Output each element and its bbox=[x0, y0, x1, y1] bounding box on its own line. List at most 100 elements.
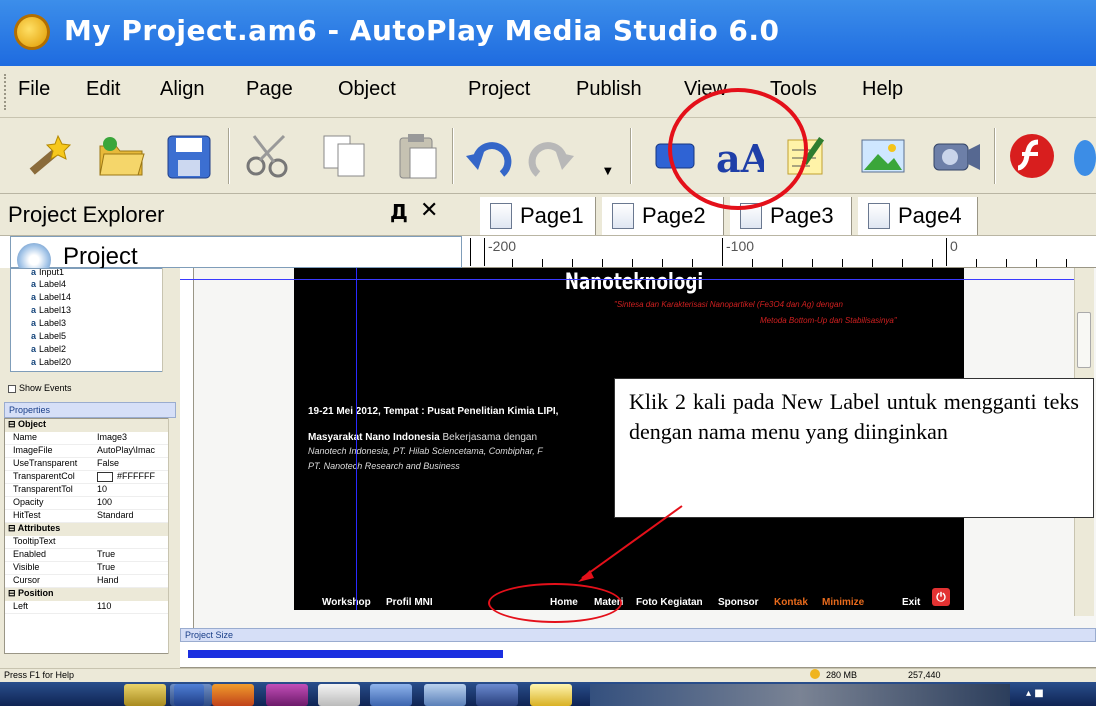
nav-minimize[interactable]: Minimize bbox=[822, 597, 864, 608]
instruction-callout: Klik 2 kali pada New Label untuk menggan… bbox=[614, 378, 1094, 518]
color-swatch[interactable] bbox=[97, 472, 113, 482]
tree-scrollbar[interactable] bbox=[162, 268, 174, 372]
property-row[interactable]: Cursor Hand bbox=[5, 575, 169, 588]
tray-icons[interactable]: ▴ ■ bbox=[1026, 688, 1056, 702]
status-help: Press F1 for Help bbox=[4, 670, 75, 680]
save-icon[interactable] bbox=[162, 130, 216, 182]
nav-foto-kegiatan[interactable]: Foto Kegiatan bbox=[636, 597, 703, 608]
page-heading[interactable]: Nanoteknologi bbox=[379, 270, 889, 295]
tree-item[interactable]: a Label5 bbox=[31, 331, 66, 341]
menu-object[interactable]: Object bbox=[338, 78, 396, 101]
app-task-icon[interactable] bbox=[424, 684, 466, 706]
menu-edit[interactable]: Edit bbox=[86, 78, 120, 101]
partners-line-2[interactable]: PT. Nanotech Research and Business bbox=[308, 461, 460, 471]
menu-publish[interactable]: Publish bbox=[576, 78, 642, 101]
nav-kontak[interactable]: Kontak bbox=[774, 597, 808, 608]
property-group[interactable]: ⊟ Attributes bbox=[5, 523, 169, 536]
property-row[interactable]: Name Image3 bbox=[5, 432, 169, 445]
ruler-label: -100 bbox=[726, 238, 755, 254]
property-group[interactable]: ⊟ Object bbox=[5, 419, 169, 432]
word-icon[interactable] bbox=[370, 684, 412, 706]
subtitle-line-2[interactable]: Metoda Bottom-Up dan Stabilisasinya" bbox=[760, 316, 897, 325]
nav-exit[interactable]: Exit bbox=[902, 597, 920, 608]
nav-profil-mni[interactable]: Profil MNI bbox=[386, 597, 433, 608]
partners-line-1[interactable]: Nanotech Indonesia, PT. Hilab Sciencetam… bbox=[308, 446, 543, 456]
project-explorer-title: Project Explorer bbox=[8, 202, 165, 227]
page-icon bbox=[612, 203, 634, 229]
show-events-checkbox[interactable]: Show Events bbox=[8, 383, 72, 393]
tree-item[interactable]: a Label4 bbox=[31, 279, 66, 289]
media-icon[interactable] bbox=[174, 684, 204, 706]
cut-icon[interactable] bbox=[242, 130, 296, 182]
horizontal-ruler: -200 -100 0 bbox=[462, 236, 1096, 268]
undo-icon[interactable] bbox=[464, 130, 518, 182]
toolbar-separator bbox=[452, 128, 454, 184]
property-row[interactable]: Left 110 bbox=[5, 601, 169, 614]
menu-page[interactable]: Page bbox=[246, 78, 293, 101]
property-row[interactable]: HitTest Standard bbox=[5, 510, 169, 523]
guide-line-horizontal[interactable] bbox=[180, 279, 1080, 280]
property-row[interactable]: Enabled True bbox=[5, 549, 169, 562]
property-row[interactable]: UseTransparent False bbox=[5, 458, 169, 471]
tab-page4[interactable]: Page4 bbox=[858, 197, 978, 235]
firefox-icon[interactable] bbox=[212, 684, 254, 706]
property-group[interactable]: ⊟ Position bbox=[5, 588, 169, 601]
tree-item[interactable]: a Input1 bbox=[31, 269, 64, 277]
page-icon bbox=[868, 203, 890, 229]
property-row[interactable]: Opacity 100 bbox=[5, 497, 169, 510]
properties-scrollbar[interactable] bbox=[168, 418, 178, 654]
paste-icon[interactable] bbox=[390, 130, 444, 182]
app-icon bbox=[14, 14, 50, 50]
acrobat-icon[interactable] bbox=[318, 684, 360, 706]
autoplay-task-icon[interactable] bbox=[530, 684, 572, 706]
copy-icon[interactable] bbox=[318, 130, 372, 182]
disk-icon bbox=[810, 669, 820, 679]
nav-sponsor[interactable]: Sponsor bbox=[718, 597, 759, 608]
tree-item[interactable]: a Label20 bbox=[31, 357, 71, 367]
nav-workshop[interactable]: Workshop bbox=[322, 597, 371, 608]
tree-item[interactable]: a Label14 bbox=[31, 292, 71, 302]
dropdown-arrow-icon[interactable]: ▼ bbox=[604, 166, 612, 177]
taskbar-blur bbox=[590, 684, 1010, 706]
more-object-icon[interactable] bbox=[1074, 140, 1096, 176]
messenger-icon[interactable] bbox=[266, 684, 308, 706]
tab-page1[interactable]: Page1 bbox=[480, 197, 596, 235]
close-icon[interactable]: ✕ bbox=[420, 198, 438, 223]
menu-align[interactable]: Align bbox=[160, 78, 204, 101]
open-folder-icon[interactable] bbox=[94, 130, 148, 182]
property-row[interactable]: Visible True bbox=[5, 562, 169, 575]
annotation-circle-label-tool bbox=[668, 88, 808, 210]
menu-bar: File Edit Align Page Object Project Publ… bbox=[0, 66, 1096, 118]
power-icon[interactable]: ⏻ bbox=[932, 588, 950, 606]
project-size-fill bbox=[188, 650, 503, 658]
winrar-icon[interactable] bbox=[476, 684, 518, 706]
menu-help[interactable]: Help bbox=[862, 78, 903, 101]
event-info-label[interactable]: 19-21 Mei 2012, Tempat : Pusat Penelitia… bbox=[308, 406, 558, 417]
explorer-icon[interactable] bbox=[124, 684, 166, 706]
property-row[interactable]: TransparentCol #FFFFFF bbox=[5, 471, 169, 484]
tree-item[interactable]: a Label2 bbox=[31, 344, 66, 354]
menu-file[interactable]: File bbox=[18, 78, 50, 101]
title-bar: My Project.am6 - AutoPlay Media Studio 6… bbox=[0, 0, 1096, 66]
tree-item[interactable]: a Label13 bbox=[31, 305, 71, 315]
pin-icon[interactable]: Д bbox=[390, 200, 408, 224]
image-object-icon[interactable] bbox=[856, 130, 910, 182]
property-row[interactable]: ImageFile AutoPlay\Imac bbox=[5, 445, 169, 458]
property-row[interactable]: TooltipText bbox=[5, 536, 169, 549]
subtitle-line-1[interactable]: "Sintesa dan Karakterisasi Nanopartikel … bbox=[614, 300, 843, 309]
mni-label[interactable]: Masyarakat Nano Indonesia Bekerjasama de… bbox=[308, 432, 537, 443]
annotation-arrow bbox=[578, 505, 683, 582]
property-row[interactable]: TransparentTol 10 bbox=[5, 484, 169, 497]
menu-project[interactable]: Project bbox=[468, 78, 530, 101]
video-object-icon[interactable] bbox=[928, 130, 982, 182]
wand-icon[interactable] bbox=[20, 130, 74, 182]
properties-grid: ⊟ Object Name Image3 ImageFile AutoPlay\Im… bbox=[4, 418, 176, 654]
project-tree-root[interactable]: Project bbox=[10, 236, 462, 277]
project-size-header: Project Size bbox=[180, 628, 1096, 642]
redo-icon[interactable] bbox=[522, 130, 576, 182]
tree-item[interactable]: a Label3 bbox=[31, 318, 66, 328]
guide-line-vertical[interactable] bbox=[356, 268, 357, 610]
flash-object-icon[interactable] bbox=[1006, 130, 1060, 182]
ruler-label: -200 bbox=[488, 238, 517, 254]
canvas-scroll-thumb[interactable] bbox=[1077, 312, 1091, 368]
